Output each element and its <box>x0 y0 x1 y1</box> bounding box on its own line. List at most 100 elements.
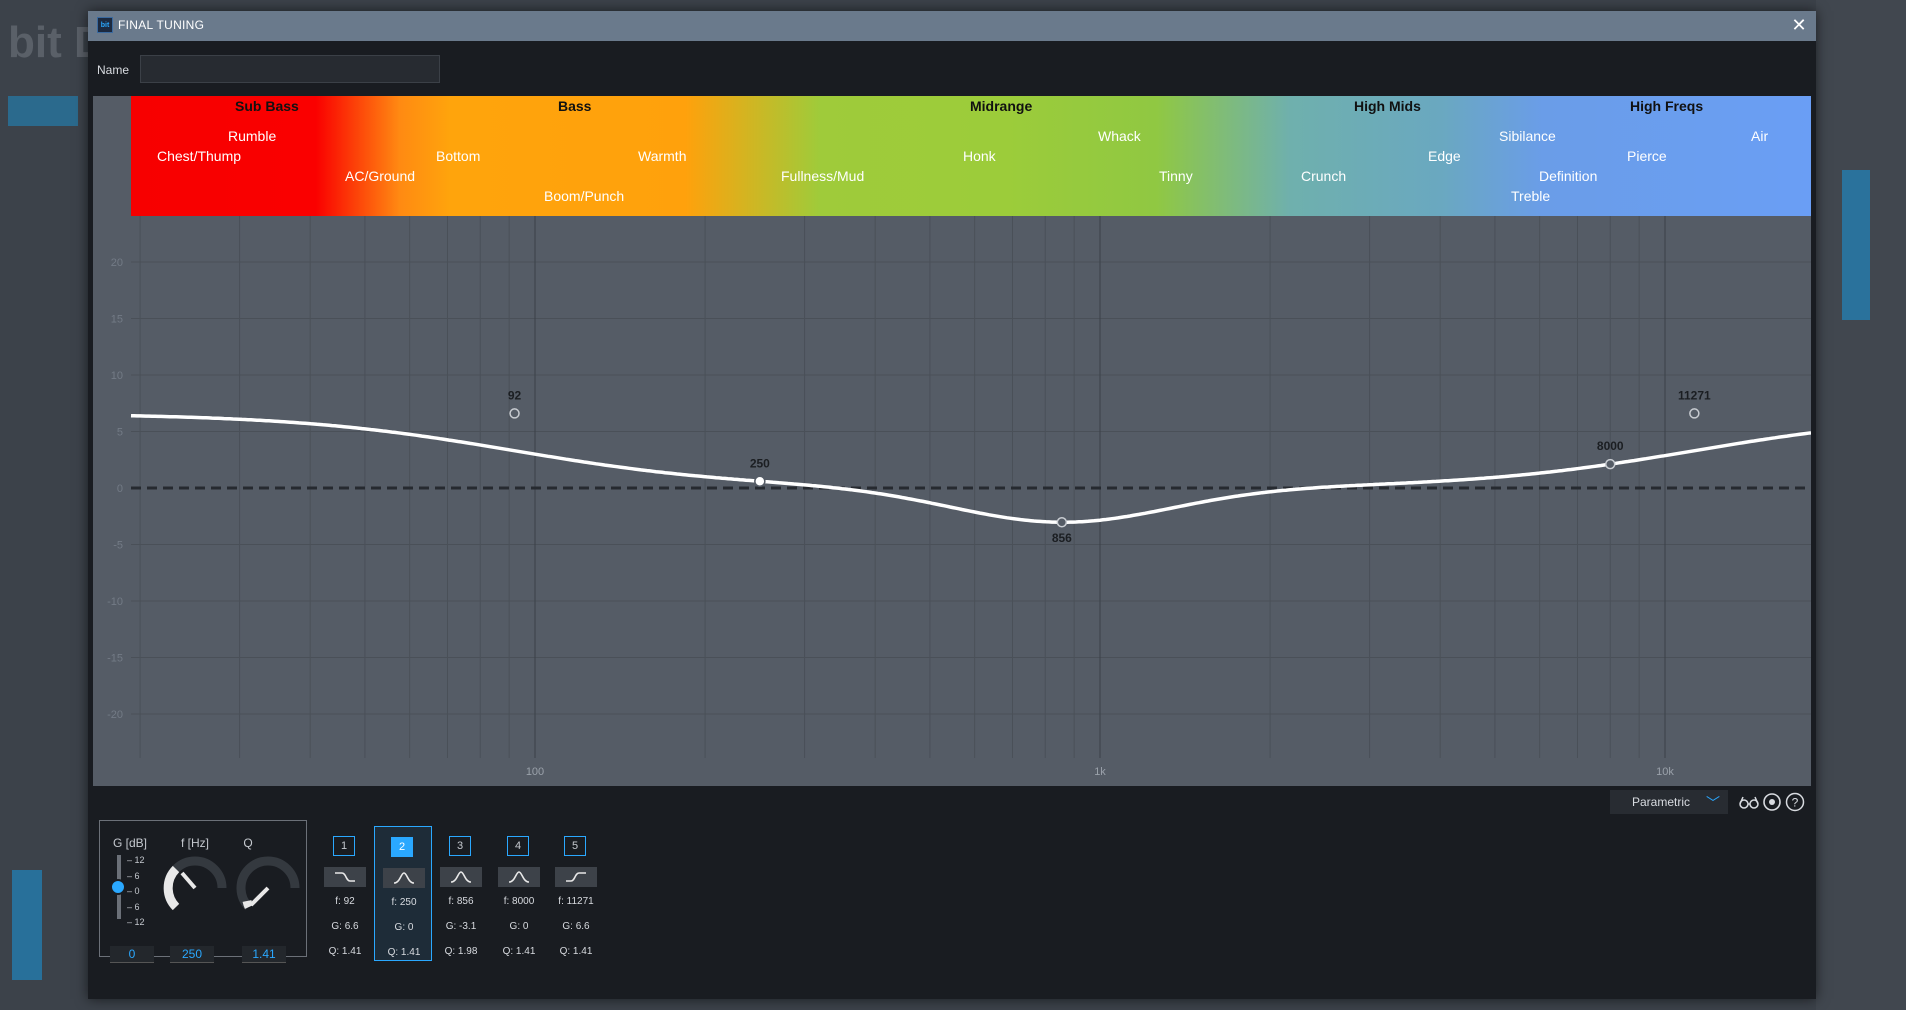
low-shelf-icon[interactable] <box>324 867 366 887</box>
peak-filter-icon[interactable] <box>498 867 540 887</box>
band-label: Bottom <box>436 148 481 164</box>
freq-value[interactable]: 250 <box>170 946 214 963</box>
band-label: Warmth <box>638 148 687 164</box>
help-icon[interactable]: ? <box>1784 791 1806 813</box>
band-label: Crunch <box>1301 168 1347 184</box>
eq-point-label: 8000 <box>1597 439 1624 453</box>
band-5-button[interactable]: 5 f: 11271 G: 6.6 Q: 1.41 <box>555 826 597 961</box>
band-gain: G: 6.6 <box>562 921 590 932</box>
band-q: Q: 1.41 <box>559 946 593 957</box>
name-input[interactable] <box>140 55 440 83</box>
frequency-band-strip: Sub Bass Bass Midrange High Mids High Fr… <box>131 96 1811 216</box>
svg-text:?: ? <box>1792 796 1799 810</box>
close-icon[interactable]: ✕ <box>1788 14 1810 36</box>
band-gain: G: 0 <box>394 922 414 933</box>
gain-ticks: – 12 – 6 – 0 – 6 – 12 <box>127 853 145 931</box>
band-3-button[interactable]: 3 f: 856 G: -3.1 Q: 1.98 <box>440 826 482 961</box>
band-2-button[interactable]: 2 f: 250 G: 0 Q: 1.41 <box>374 826 432 961</box>
eq-point-handle[interactable] <box>1604 458 1616 470</box>
eq-graph[interactable]: 20 15 10 5 0 -5 -10 -15 -20 100 1k 10k 92 250 856 800… <box>93 216 1811 786</box>
y-axis-label: -10 <box>107 596 123 608</box>
q-knob-pointer <box>249 886 270 907</box>
band-freq: f: 856 <box>448 896 474 907</box>
gain-tick: – 6 <box>127 901 140 912</box>
eq-points: 92 250 856 8000 11271 <box>508 388 1711 545</box>
gain-slider-thumb[interactable] <box>110 879 126 895</box>
band-number[interactable]: 1 <box>333 836 355 856</box>
y-axis-labels: 20 15 10 5 0 -5 -10 -15 -20 <box>107 257 123 721</box>
frequency-knob[interactable] <box>162 855 228 921</box>
band-header-midrange: Midrange <box>970 98 1033 114</box>
band-controls: G [dB] f [Hz] Q – 12 – 6 – 0 – 6 – 12 0 … <box>99 820 307 963</box>
eq-point-label: 11271 <box>1678 388 1711 402</box>
peak-filter-icon[interactable] <box>383 868 425 888</box>
band-4-button[interactable]: 4 f: 8000 G: 0 Q: 1.41 <box>498 826 540 961</box>
eq-point-handle[interactable] <box>509 408 520 419</box>
band-label: Sibilance <box>1499 128 1556 144</box>
band-number[interactable]: 3 <box>449 836 471 856</box>
gain-tick: – 0 <box>127 886 140 896</box>
dialog-title: FINAL TUNING <box>118 18 205 32</box>
filter-mode-select[interactable]: Parametric ﹀ <box>1610 790 1728 814</box>
band-1-button[interactable]: 1 f: 92 G: 6.6 Q: 1.41 <box>324 826 366 961</box>
glasses-icon[interactable] <box>1738 791 1760 813</box>
gain-header: G [dB] <box>112 836 147 850</box>
q-value[interactable]: 1.41 <box>242 946 286 963</box>
band-q: Q: 1.98 <box>444 946 478 957</box>
band-label: Tinny <box>1159 168 1193 184</box>
q-knob-arc <box>242 899 254 909</box>
band-header-bass: Bass <box>558 98 592 114</box>
band-header-high-mids: High Mids <box>1354 98 1421 114</box>
y-axis-label: 15 <box>111 314 123 326</box>
band-q: Q: 1.41 <box>387 947 421 958</box>
high-shelf-icon[interactable] <box>555 867 597 887</box>
eq-point-handle[interactable] <box>1056 516 1068 528</box>
band-header-high-freqs: High Freqs <box>1630 98 1704 114</box>
eq-point-label: 250 <box>750 456 770 470</box>
band-label: Treble <box>1511 188 1551 204</box>
eq-graph-panel[interactable]: Sub Bass Bass Midrange High Mids High Fr… <box>93 96 1811 786</box>
eq-point-label: 92 <box>508 388 522 402</box>
band-label: Definition <box>1539 168 1598 184</box>
background-meter <box>12 870 42 980</box>
freq-header: f [Hz] <box>180 836 209 850</box>
band-label: AC/Ground <box>345 168 416 184</box>
band-freq: f: 11271 <box>558 896 594 907</box>
y-axis-label: 5 <box>117 427 123 439</box>
eq-point-label: 856 <box>1052 531 1072 545</box>
app-logo-icon: bit <box>97 17 113 33</box>
title-bar: bit FINAL TUNING ✕ <box>88 11 1816 41</box>
band-label: Pierce <box>1627 148 1667 164</box>
eq-point-handle[interactable] <box>1689 408 1700 419</box>
band-q: Q: 1.41 <box>502 946 536 957</box>
x-axis-label: 100 <box>526 766 544 778</box>
band-gain: G: -3.1 <box>445 921 477 932</box>
gain-value[interactable]: 0 <box>110 946 154 963</box>
background-side-panel <box>1816 0 1906 1010</box>
gain-tick: – 6 <box>127 870 140 881</box>
name-label: Name <box>97 63 130 77</box>
background-meter <box>1842 170 1870 320</box>
band-number[interactable]: 5 <box>564 836 586 856</box>
y-axis-label: 0 <box>117 483 123 495</box>
band-label: Edge <box>1428 148 1461 164</box>
band-label: Boom/Punch <box>544 188 625 204</box>
band-number[interactable]: 2 <box>391 837 413 857</box>
eq-point-handle[interactable] <box>754 475 766 488</box>
x-axis-label: 1k <box>1094 766 1106 778</box>
chevron-down-icon: ﹀ <box>1706 795 1720 811</box>
peak-filter-icon[interactable] <box>440 867 482 887</box>
band-freq: f: 92 <box>335 896 355 907</box>
reset-icon[interactable] <box>1761 791 1783 813</box>
frequency-knob-pointer <box>180 871 197 890</box>
gain-tick: – 12 <box>127 855 145 865</box>
y-axis-label: -5 <box>113 540 123 552</box>
x-axis-labels: 100 1k 10k <box>526 766 1675 778</box>
band-label: Rumble <box>228 128 277 144</box>
q-header: Q <box>243 836 253 850</box>
y-axis-label: 10 <box>111 370 123 382</box>
gain-tick: – 12 <box>127 917 145 927</box>
y-axis-label: -15 <box>107 653 123 665</box>
band-number[interactable]: 4 <box>507 836 529 856</box>
q-knob[interactable] <box>235 855 301 921</box>
